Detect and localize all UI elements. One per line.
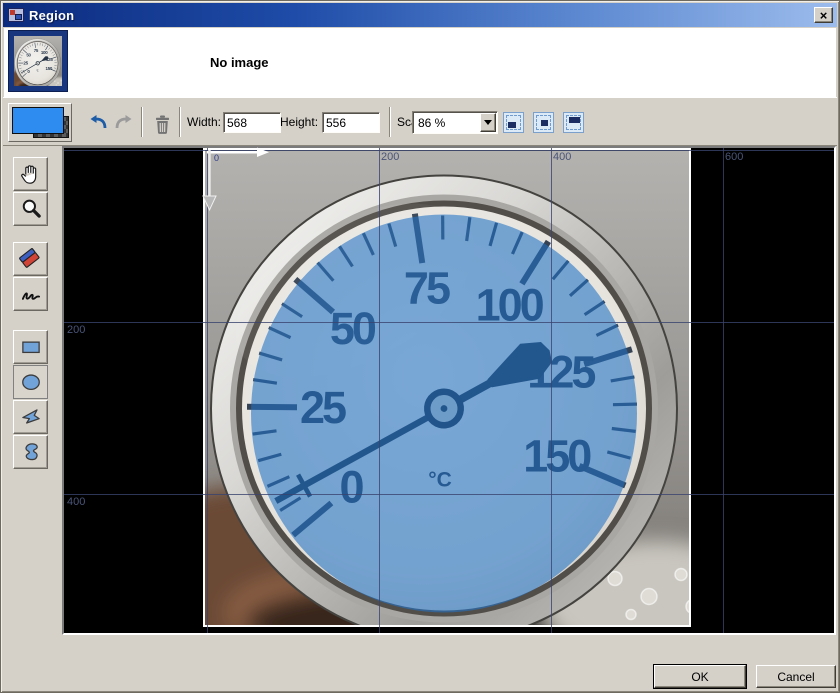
tool-polygon-button[interactable] <box>13 400 48 434</box>
region-dialog: Region × 0255075100125150°C No image <box>0 0 840 693</box>
chevron-down-icon <box>484 120 492 125</box>
scale-combobox[interactable]: 86 % <box>412 111 498 134</box>
gauge-photo[interactable]: 0255075100125150°C <box>203 148 691 627</box>
close-button[interactable]: × <box>814 7 833 23</box>
titlebar[interactable]: Region × <box>3 3 837 27</box>
svg-text:150: 150 <box>46 66 53 71</box>
thumbnail-gauge-photo: 0255075100125150°C <box>14 36 62 86</box>
height-input[interactable] <box>322 112 380 133</box>
grid-x-label: 600 <box>725 151 743 163</box>
eraser-icon <box>18 246 44 272</box>
ellipse-icon <box>18 369 44 395</box>
region-color-button[interactable] <box>8 103 72 142</box>
redo-button[interactable] <box>111 110 137 136</box>
width-input[interactable] <box>223 112 281 133</box>
actual-size-button[interactable] <box>533 112 554 133</box>
undo-icon <box>86 111 110 135</box>
tool-zoom-button[interactable] <box>13 192 48 226</box>
scribble-icon <box>18 281 44 307</box>
redo-icon <box>112 111 136 135</box>
toolbar-separator <box>179 107 181 137</box>
scale-value: 86 % <box>418 112 445 133</box>
preview-panel: 0255075100125150°C No image <box>4 28 836 97</box>
tool-ellipse-button[interactable] <box>13 365 48 399</box>
color-swatch <box>12 107 64 134</box>
no-image-label: No image <box>210 28 269 97</box>
toolbar: Width: Height: Scale: 86 % <box>3 97 837 145</box>
window-icon-blue-square <box>15 14 22 20</box>
svg-text:25: 25 <box>23 61 28 66</box>
gauge-photo-image: 0255075100125150°C <box>205 150 689 625</box>
tool-freeform-button[interactable] <box>13 435 48 469</box>
undo-button[interactable] <box>85 110 111 136</box>
width-label: Width: <box>187 98 221 146</box>
height-label: Height: <box>280 98 318 146</box>
toolbar-separator <box>141 107 143 137</box>
stretch-button[interactable] <box>563 112 584 133</box>
ok-button[interactable]: OK <box>654 665 746 688</box>
freeform-icon <box>18 439 44 465</box>
zoom-fit-button[interactable] <box>503 112 524 133</box>
delete-button[interactable] <box>149 110 175 136</box>
rectangle-icon <box>18 334 44 360</box>
canvas[interactable]: 0255075100125150°C 200400600200400 0 <box>62 146 836 635</box>
trash-icon <box>150 111 174 137</box>
grid-vline <box>723 148 724 633</box>
magnifier-icon <box>18 196 44 222</box>
scale-dropdown-button[interactable] <box>480 113 496 132</box>
hand-icon <box>18 161 44 187</box>
polygon-icon <box>18 404 44 430</box>
tool-eraser-button[interactable] <box>13 242 48 276</box>
window-icon <box>8 8 24 22</box>
grid-y-label: 400 <box>67 496 85 508</box>
preview-thumbnail: 0255075100125150°C <box>8 30 68 92</box>
tool-pan-button[interactable] <box>13 157 48 191</box>
toolbar-separator <box>389 107 391 137</box>
grid-y-label: 200 <box>67 324 85 336</box>
tool-rectangle-button[interactable] <box>13 330 48 364</box>
tool-freehand-button[interactable] <box>13 277 48 311</box>
cancel-button[interactable]: Cancel <box>756 665 836 688</box>
svg-text:100: 100 <box>41 50 48 55</box>
window-title: Region <box>29 8 74 23</box>
